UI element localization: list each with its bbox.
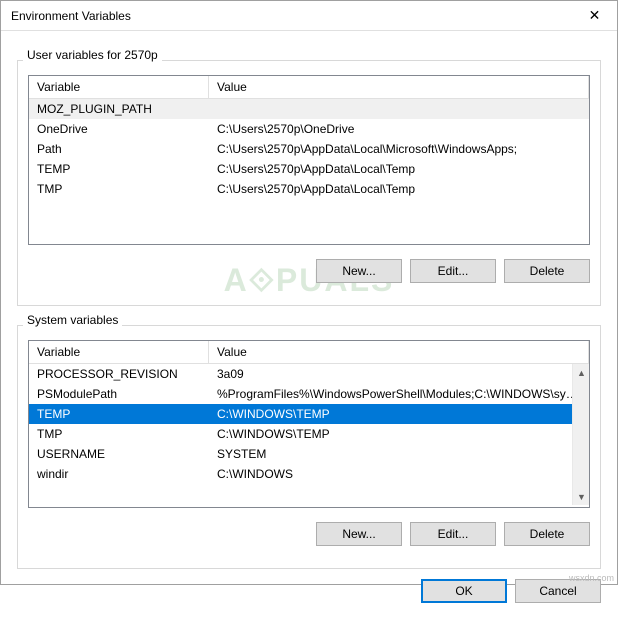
scroll-up-icon[interactable]: ▲ [573,364,589,381]
col-header-value[interactable]: Value [209,76,589,98]
user-vars-body[interactable]: MOZ_PLUGIN_PATH OneDriveC:\Users\2570p\On… [29,99,589,242]
table-row[interactable]: windirC:\WINDOWS [29,464,589,484]
cell-variable: TMP [29,181,209,197]
table-row[interactable]: TMPC:\Users\2570p\AppData\Local\Temp [29,179,589,199]
close-button[interactable]: ✕ [572,1,617,30]
cell-value: C:\Users\2570p\AppData\Local\Temp [209,181,589,197]
user-vars-group: Variable Value MOZ_PLUGIN_PATHOneDriveC:… [17,60,601,306]
cell-value: SYSTEM [209,446,589,462]
system-delete-button[interactable]: Delete [504,522,590,546]
system-vars-buttons: New... Edit... Delete [18,518,600,558]
close-icon: ✕ [589,7,601,24]
cell-variable: TMP [29,426,209,442]
table-header: Variable Value [29,76,589,99]
user-new-button[interactable]: New... [316,259,402,283]
user-vars-table[interactable]: Variable Value MOZ_PLUGIN_PATHOneDriveC:… [28,75,590,245]
scrollbar[interactable]: ▲ ▼ [572,364,589,505]
system-vars-body[interactable]: PROCESSOR_REVISION3a09PSModulePath%Progr… [29,364,589,505]
system-vars-table[interactable]: Variable Value PROCESSOR_REVISION3a09PSM… [28,340,590,508]
cell-variable: Path [29,141,209,157]
system-edit-button[interactable]: Edit... [410,522,496,546]
cell-value: C:\WINDOWS\TEMP [209,426,589,442]
cell-value: C:\WINDOWS [209,466,589,482]
table-row[interactable]: USERNAMESYSTEM [29,444,589,464]
cell-variable: USERNAME [29,446,209,462]
table-row[interactable]: TEMPC:\Users\2570p\AppData\Local\Temp [29,159,589,179]
system-vars-group: Variable Value PROCESSOR_REVISION3a09PSM… [17,325,601,569]
cell-variable: MOZ_PLUGIN_PATH [29,101,209,117]
col-header-variable[interactable]: Variable [29,76,209,98]
watermark-footer: wsxdn.com [569,573,614,583]
cell-value: C:\Users\2570p\OneDrive [209,121,589,137]
dialog-footer: OK Cancel [1,569,617,617]
scroll-down-icon[interactable]: ▼ [573,488,589,505]
titlebar: Environment Variables ✕ [1,1,617,31]
cell-value: C:\Users\2570p\AppData\Local\Microsoft\W… [209,141,589,157]
user-vars-label: User variables for 2570p [23,48,162,62]
window-title: Environment Variables [11,9,572,23]
cell-value: C:\Users\2570p\AppData\Local\Temp [209,161,589,177]
table-row[interactable]: MOZ_PLUGIN_PATH [29,99,589,119]
table-row[interactable]: PSModulePath%ProgramFiles%\WindowsPowerS… [29,384,589,404]
col-header-value[interactable]: Value [209,341,589,363]
cell-variable: TEMP [29,161,209,177]
table-header: Variable Value [29,341,589,364]
table-row[interactable]: OneDriveC:\Users\2570p\OneDrive [29,119,589,139]
cell-variable: windir [29,466,209,482]
user-delete-button[interactable]: Delete [504,259,590,283]
ok-button[interactable]: OK [421,579,507,603]
table-row[interactable]: PROCESSOR_REVISION3a09 [29,364,589,384]
system-new-button[interactable]: New... [316,522,402,546]
table-row[interactable]: TMPC:\WINDOWS\TEMP [29,424,589,444]
cell-value: 3a09 [209,366,589,382]
col-header-variable[interactable]: Variable [29,341,209,363]
cell-value: %ProgramFiles%\WindowsPowerShell\Modules… [209,386,589,402]
cell-variable: TEMP [29,406,209,422]
cell-variable: OneDrive [29,121,209,137]
user-edit-button[interactable]: Edit... [410,259,496,283]
user-vars-buttons: New... Edit... Delete [18,255,600,295]
cell-variable: PROCESSOR_REVISION [29,366,209,382]
cell-value [209,101,589,117]
content-area: A⟐PUALS User variables for 2570p Variabl… [1,31,617,569]
system-vars-label: System variables [23,313,122,327]
cell-value: C:\WINDOWS\TEMP [209,406,589,422]
environment-variables-dialog: Environment Variables ✕ A⟐PUALS User var… [0,0,618,585]
cell-variable: PSModulePath [29,386,209,402]
table-row[interactable]: PathC:\Users\2570p\AppData\Local\Microso… [29,139,589,159]
table-row[interactable]: TEMPC:\WINDOWS\TEMP [29,404,589,424]
